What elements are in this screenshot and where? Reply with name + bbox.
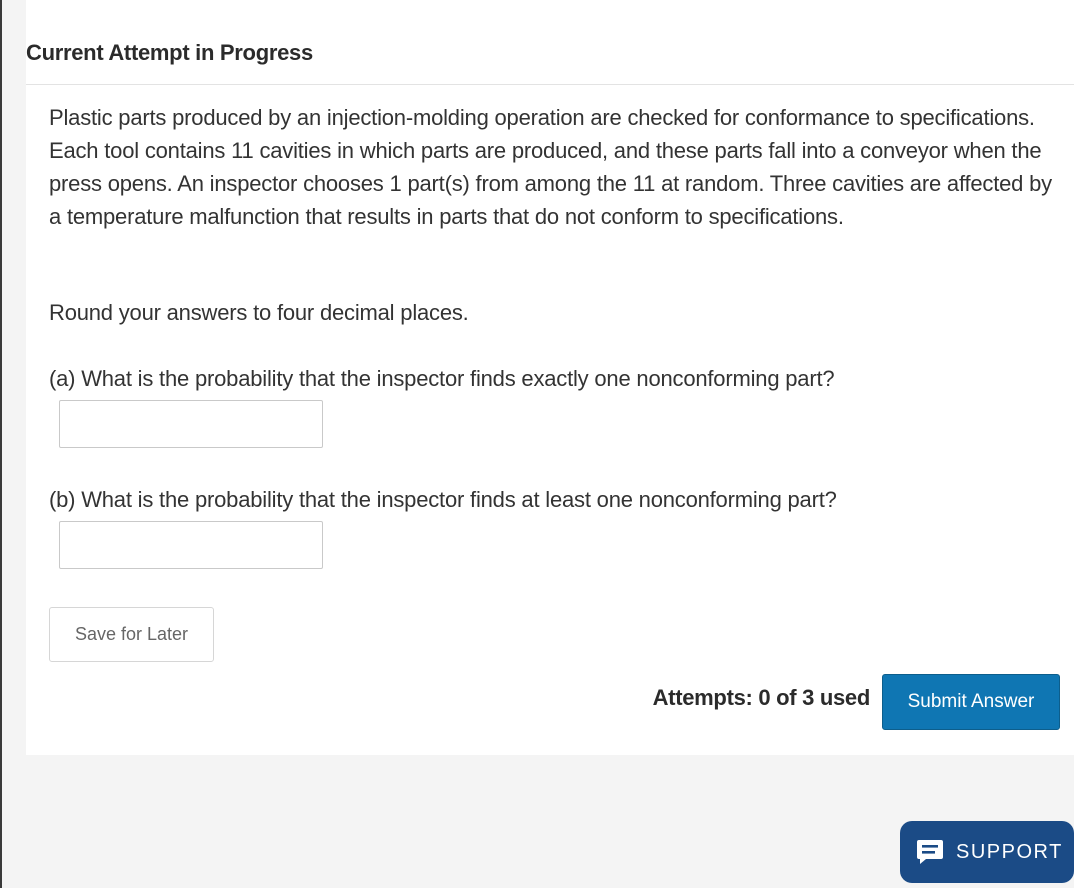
question-text: Plastic parts produced by an injection-m…	[49, 105, 1052, 229]
page-title: Current Attempt in Progress	[26, 40, 313, 65]
left-border	[0, 0, 2, 888]
part-a-answer-input[interactable]	[59, 400, 323, 448]
part-b-answer-input[interactable]	[59, 521, 323, 569]
support-button[interactable]: SUPPORT	[900, 821, 1074, 883]
divider	[26, 84, 1074, 85]
support-label: SUPPORT	[956, 840, 1063, 863]
rounding-instruction: Round your answers to four decimal place…	[49, 300, 469, 325]
question-card: Current Attempt in Progress Plastic part…	[26, 0, 1074, 755]
save-for-later-button[interactable]: Save for Later	[49, 607, 214, 662]
submit-answer-button[interactable]: Submit Answer	[882, 674, 1060, 730]
part-a-label: (a) What is the probability that the ins…	[49, 366, 835, 391]
part-b-label: (b) What is the probability that the ins…	[49, 487, 837, 512]
attempts-counter: Attempts: 0 of 3 used	[652, 685, 871, 710]
chat-icon	[916, 838, 944, 866]
